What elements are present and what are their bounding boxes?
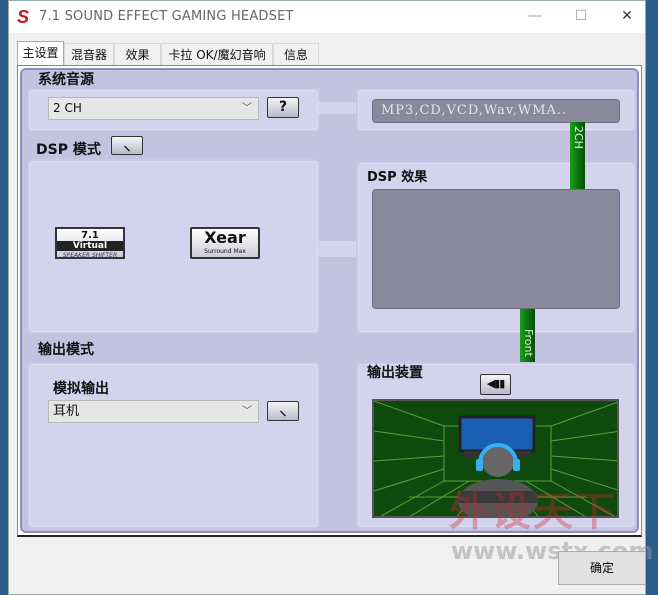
source-select[interactable]: 2 CH ﹀ bbox=[48, 97, 259, 120]
source-select-value: 2 CH bbox=[53, 101, 82, 115]
minimize-button[interactable]: — bbox=[512, 1, 558, 31]
maximize-button[interactable]: ☐ bbox=[558, 1, 604, 31]
output-settings-button[interactable]: ⸜ bbox=[267, 401, 299, 421]
hammer-icon: ⸜ bbox=[123, 138, 131, 154]
channel-label: Front bbox=[522, 329, 535, 357]
app-window: S 7.1 SOUND EFFECT GAMING HEADSET — ☐ ✕ … bbox=[8, 0, 653, 595]
close-button[interactable]: ✕ bbox=[604, 1, 650, 31]
output-select[interactable]: 耳机 ﹀ bbox=[48, 400, 259, 423]
tab-main-settings[interactable]: 主设置 bbox=[17, 41, 64, 66]
tab-info[interactable]: 信息 bbox=[273, 43, 319, 65]
app-logo-icon: S bbox=[17, 7, 30, 27]
logo-text: Surround Max bbox=[204, 248, 246, 255]
chevron-down-icon: ﹀ bbox=[242, 103, 252, 114]
dsp-mode-settings-button[interactable]: ⸜ bbox=[111, 136, 143, 155]
window-title: 7.1 SOUND EFFECT GAMING HEADSET bbox=[39, 9, 294, 24]
connector bbox=[318, 102, 358, 114]
help-button[interactable]: ? bbox=[267, 97, 299, 118]
tab-karaoke[interactable]: 卡拉 OK/魔幻音响 bbox=[161, 43, 273, 65]
virtual-speaker-shifter-logo[interactable]: 7.1 Virtual SPEAKER SHIFTER bbox=[55, 227, 125, 259]
tab-effects[interactable]: 效果 bbox=[114, 43, 161, 65]
dsp-effect-heading: DSP 效果 bbox=[367, 170, 428, 185]
output-select-value: 耳机 bbox=[53, 404, 80, 419]
watermark-logo: 外设天下 bbox=[449, 489, 617, 535]
hammer-icon: ⸜ bbox=[279, 403, 287, 419]
chevron-down-icon: ﹀ bbox=[242, 406, 252, 417]
channel-label: 2CH bbox=[572, 126, 585, 149]
logo-text: SPEAKER SHIFTER bbox=[62, 252, 118, 259]
logo-text: Xear bbox=[204, 228, 246, 247]
output-mode-heading: 输出模式 bbox=[38, 342, 94, 358]
analog-output-heading: 模拟输出 bbox=[53, 381, 109, 397]
connector bbox=[318, 241, 358, 257]
dsp-effect-display bbox=[372, 189, 620, 309]
title-bar: S 7.1 SOUND EFFECT GAMING HEADSET — ☐ ✕ bbox=[9, 1, 645, 33]
logo-text: 7.1 bbox=[81, 230, 99, 241]
system-source-heading: 系统音源 bbox=[38, 72, 94, 88]
channel-2ch-bar: 2CH bbox=[570, 122, 585, 189]
tab-mixer[interactable]: 混音器 bbox=[64, 43, 114, 65]
dsp-mode-heading: DSP 模式 bbox=[36, 142, 101, 158]
speaker-icon: ◀▮▮ bbox=[486, 377, 506, 390]
logo-text: Virtual bbox=[57, 241, 123, 251]
xear-surround-max-logo[interactable]: Xear Surround Max bbox=[190, 227, 260, 259]
speaker-volume-button[interactable]: ◀▮▮ bbox=[480, 374, 511, 395]
ok-button[interactable]: 确定 bbox=[558, 551, 646, 585]
format-display: MP3,CD,VCD,Wav,WMA.. bbox=[372, 99, 620, 123]
output-device-heading: 输出装置 bbox=[367, 365, 423, 381]
